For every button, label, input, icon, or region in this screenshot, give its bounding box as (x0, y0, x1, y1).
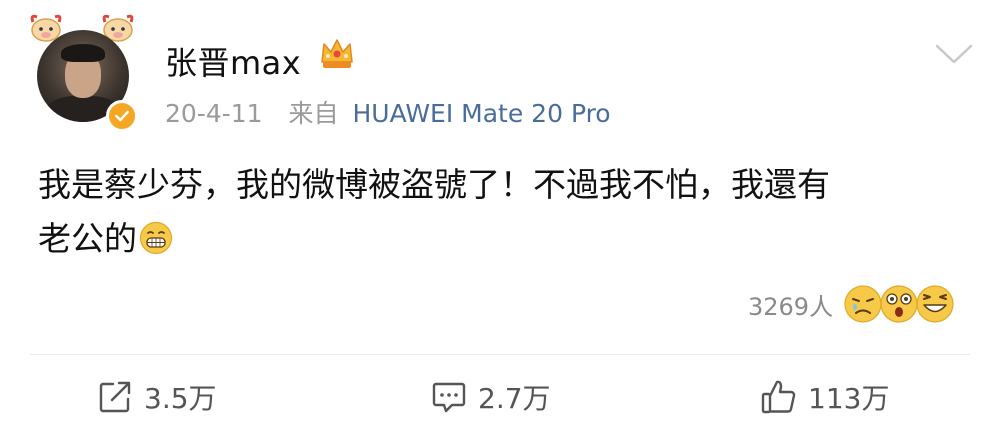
laughing-emoji-icon (916, 285, 954, 323)
repost-button[interactable]: 3.5万 (96, 374, 217, 420)
post-content-line-1: 我是蔡少芬，我的微博被盗號了！不過我不怕，我還有 (38, 165, 830, 204)
reactions-summary[interactable]: 3269人 (748, 282, 957, 326)
repost-count: 3.5万 (144, 382, 217, 415)
avatar-hair-shape (61, 44, 105, 62)
post-meta: 20-4-11 来自 HUAWEI Mate 20 Pro (165, 94, 611, 130)
comment-count: 2.7万 (478, 382, 551, 415)
device-source-link[interactable]: HUAWEI Mate 20 Pro (353, 99, 611, 128)
sad-emoji-icon (844, 285, 882, 323)
grinning-emoji-icon (139, 221, 173, 255)
avatar-container[interactable] (22, 12, 148, 132)
post-content: 我是蔡少芬，我的微博被盗號了！不過我不怕，我還有 老公的 (38, 158, 958, 266)
post-content-line-2: 老公的 (38, 212, 958, 266)
reaction-count: 3269人 (748, 292, 834, 321)
thumbs-up-icon (761, 380, 796, 414)
divider (30, 354, 970, 355)
comment-icon (432, 382, 466, 413)
chevron-down-icon[interactable] (934, 42, 974, 66)
username[interactable]: 张晋max (165, 38, 301, 84)
shocked-emoji-icon (880, 285, 918, 323)
verified-badge-icon (106, 100, 138, 132)
crown-icon[interactable] (318, 36, 356, 72)
post-date: 20-4-11 (165, 99, 263, 128)
like-count: 113万 (808, 382, 890, 415)
repost-icon (99, 381, 131, 413)
reaction-faces (843, 282, 957, 326)
comment-button[interactable]: 2.7万 (430, 374, 551, 420)
weibo-post-card: 张晋max 20-4-11 来自 HUAWEI Mate 20 Pro 我是蔡少… (0, 0, 1000, 444)
post-content-text: 老公的 (38, 219, 137, 258)
source-prefix: 来自 (288, 99, 339, 128)
like-button[interactable]: 113万 (760, 374, 889, 420)
